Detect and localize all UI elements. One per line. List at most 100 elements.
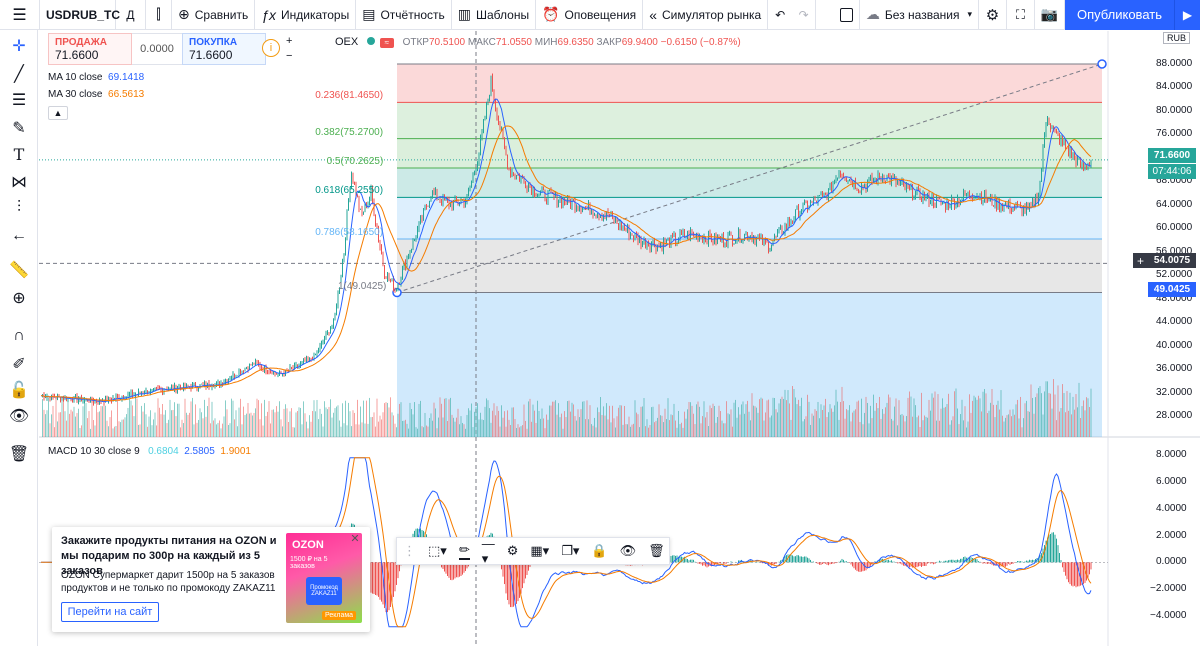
remove-drawings-tool[interactable]: 🗑 [0, 442, 38, 466]
market-status-dot [367, 37, 376, 45]
replay-button[interactable]: « Симулятор рынка [643, 0, 769, 30]
publish-button[interactable]: Опубликовать [1064, 0, 1174, 30]
volume-bar [156, 425, 157, 437]
ma30-legend[interactable]: MA 30 close 66.5613 [48, 89, 144, 100]
volume-bar [579, 417, 580, 437]
clone-button[interactable]: ❐▾ [555, 537, 585, 565]
menu-button[interactable]: ☰ [0, 0, 40, 30]
advertisement-popup[interactable]: Закажите продукты питания на OZON и мы п… [52, 527, 370, 632]
volume-bar [309, 415, 310, 437]
macd-histogram-bar [1056, 538, 1057, 563]
ruler-tool[interactable]: 📏 [0, 258, 38, 282]
ad-close-button[interactable]: ✕ [348, 531, 362, 545]
layout-button[interactable] [834, 0, 860, 30]
info-button[interactable]: i [262, 39, 280, 57]
hide-drawing-button[interactable]: 👁 [614, 537, 643, 565]
collapse-legend-button[interactable]: ▲ [48, 106, 68, 120]
compare-button[interactable]: ⊕ Сравнить [172, 0, 256, 30]
volume-bar [172, 409, 174, 437]
volume-bar [213, 420, 214, 437]
volume-bar [339, 420, 340, 437]
snapshot-button[interactable]: 📷 [1035, 0, 1065, 30]
alerts-button[interactable]: ⏰ Оповещения [536, 0, 644, 30]
ad-visit-button[interactable]: Перейти на сайт [61, 602, 159, 622]
drag-handle[interactable]: ⋮ [397, 537, 422, 565]
volume-bar [1039, 386, 1041, 437]
volume-bar [738, 407, 739, 437]
volume-bar [550, 405, 552, 437]
volume-bar [912, 416, 913, 437]
volume-bar [1029, 411, 1030, 437]
volume-bar [217, 422, 219, 437]
macd-histogram-bar [1012, 562, 1014, 564]
volume-bar [1044, 391, 1045, 437]
templates-button[interactable]: ▥ Шаблоны [452, 0, 537, 30]
macd-legend[interactable]: MACD 10 30 close 9 0.6804 2.5805 1.9001 [48, 446, 251, 457]
macd-histogram-bar [820, 562, 822, 565]
line-color-button[interactable]: ✏ [453, 537, 476, 565]
symbol-search-button[interactable]: USDRUB_TC [40, 0, 120, 30]
volume-bar [312, 411, 313, 437]
volume-bar [136, 398, 138, 437]
volume-bar [640, 406, 642, 437]
prediction-tool[interactable]: ⫶ [0, 196, 38, 220]
ad-image[interactable]: OZON 1500 ₽ на 5 заказов Промокод ZAKAZ1… [286, 533, 362, 623]
trend-line-tool[interactable]: ╱ [0, 62, 38, 86]
volume-bar [855, 409, 856, 437]
drawing-settings-button[interactable]: ⚙ [501, 537, 525, 565]
sell-button[interactable]: ПРОДАЖА 71.6600 [48, 33, 132, 65]
visibility-intervals-button[interactable]: ▦▾ [524, 537, 555, 565]
volume-bar [288, 421, 289, 437]
currency-label[interactable]: RUB [1163, 32, 1191, 44]
settings-button[interactable]: ⚙ [979, 0, 1007, 30]
back-tool[interactable]: ← [0, 224, 38, 248]
volume-bar [355, 424, 357, 437]
pattern-tool[interactable]: ⋈ [0, 170, 38, 194]
fullscreen-button[interactable]: ⛶ [1007, 0, 1035, 30]
price-scale-label: 88.0000 [1156, 58, 1193, 69]
volume-bar [373, 412, 375, 437]
volume-bar [990, 402, 991, 437]
volume-bar [207, 406, 208, 437]
volume-bar [775, 409, 777, 437]
layout-name-button[interactable]: ☁ Без названия ▾ [860, 0, 979, 30]
reports-button[interactable]: ▤ Отчётность [356, 0, 452, 30]
redo-button[interactable]: ↷ [792, 0, 817, 30]
volume-bar [978, 395, 979, 437]
volume-bar [331, 417, 333, 437]
line-style-icon: —▾ [481, 535, 495, 566]
text-tool[interactable]: T [0, 142, 38, 166]
buy-sell-panel: ПРОДАЖА 71.6600 0.0000 ПОКУПКА 71.6600 [48, 33, 266, 65]
lock-drawing-button[interactable]: 🔒 [585, 537, 613, 565]
macd-histogram-bar [885, 560, 886, 563]
plus-button[interactable]: + [286, 34, 292, 49]
brush-tool[interactable]: ✎ [0, 116, 38, 140]
volume-bar [771, 415, 772, 437]
magnet-tool[interactable]: ∩ [0, 324, 38, 348]
zoom-tool[interactable]: ⊕ [0, 286, 38, 310]
volume-bar [1057, 385, 1059, 437]
template-button[interactable]: ⬚▾ [422, 537, 453, 565]
buy-button[interactable]: ПОКУПКА 71.6600 [182, 33, 266, 65]
volume-bar [756, 407, 757, 437]
add-alert-button[interactable]: + [1133, 253, 1148, 268]
minus-button[interactable]: − [286, 49, 292, 64]
volume-bar [853, 410, 855, 437]
interval-button[interactable]: Д [116, 0, 146, 30]
macd-histogram-bar [1030, 560, 1032, 563]
line-style-button[interactable]: —▾ [476, 535, 501, 566]
ma10-legend[interactable]: MA 10 close 69.1418 [48, 72, 144, 83]
delete-drawing-button[interactable]: 🗑 [642, 537, 671, 565]
lock-drawings-tool[interactable]: 🔓 [0, 378, 38, 402]
fib-tool[interactable]: ☰ [0, 88, 38, 112]
publish-play-button[interactable]: ▶ [1174, 0, 1200, 30]
undo-button[interactable]: ↶ [768, 0, 792, 30]
indicators-button[interactable]: ƒx Индикаторы [255, 0, 357, 30]
chart-type-button[interactable]: ⫿ [146, 0, 172, 30]
crosshair-tool[interactable]: ✛ [0, 34, 38, 58]
volume-bar [897, 425, 898, 437]
hide-drawings-tool[interactable]: 👁 [0, 404, 38, 428]
stay-drawing-tool[interactable]: ✐ [0, 352, 38, 376]
volume-bar [445, 398, 447, 437]
volume-bar [1072, 396, 1074, 437]
